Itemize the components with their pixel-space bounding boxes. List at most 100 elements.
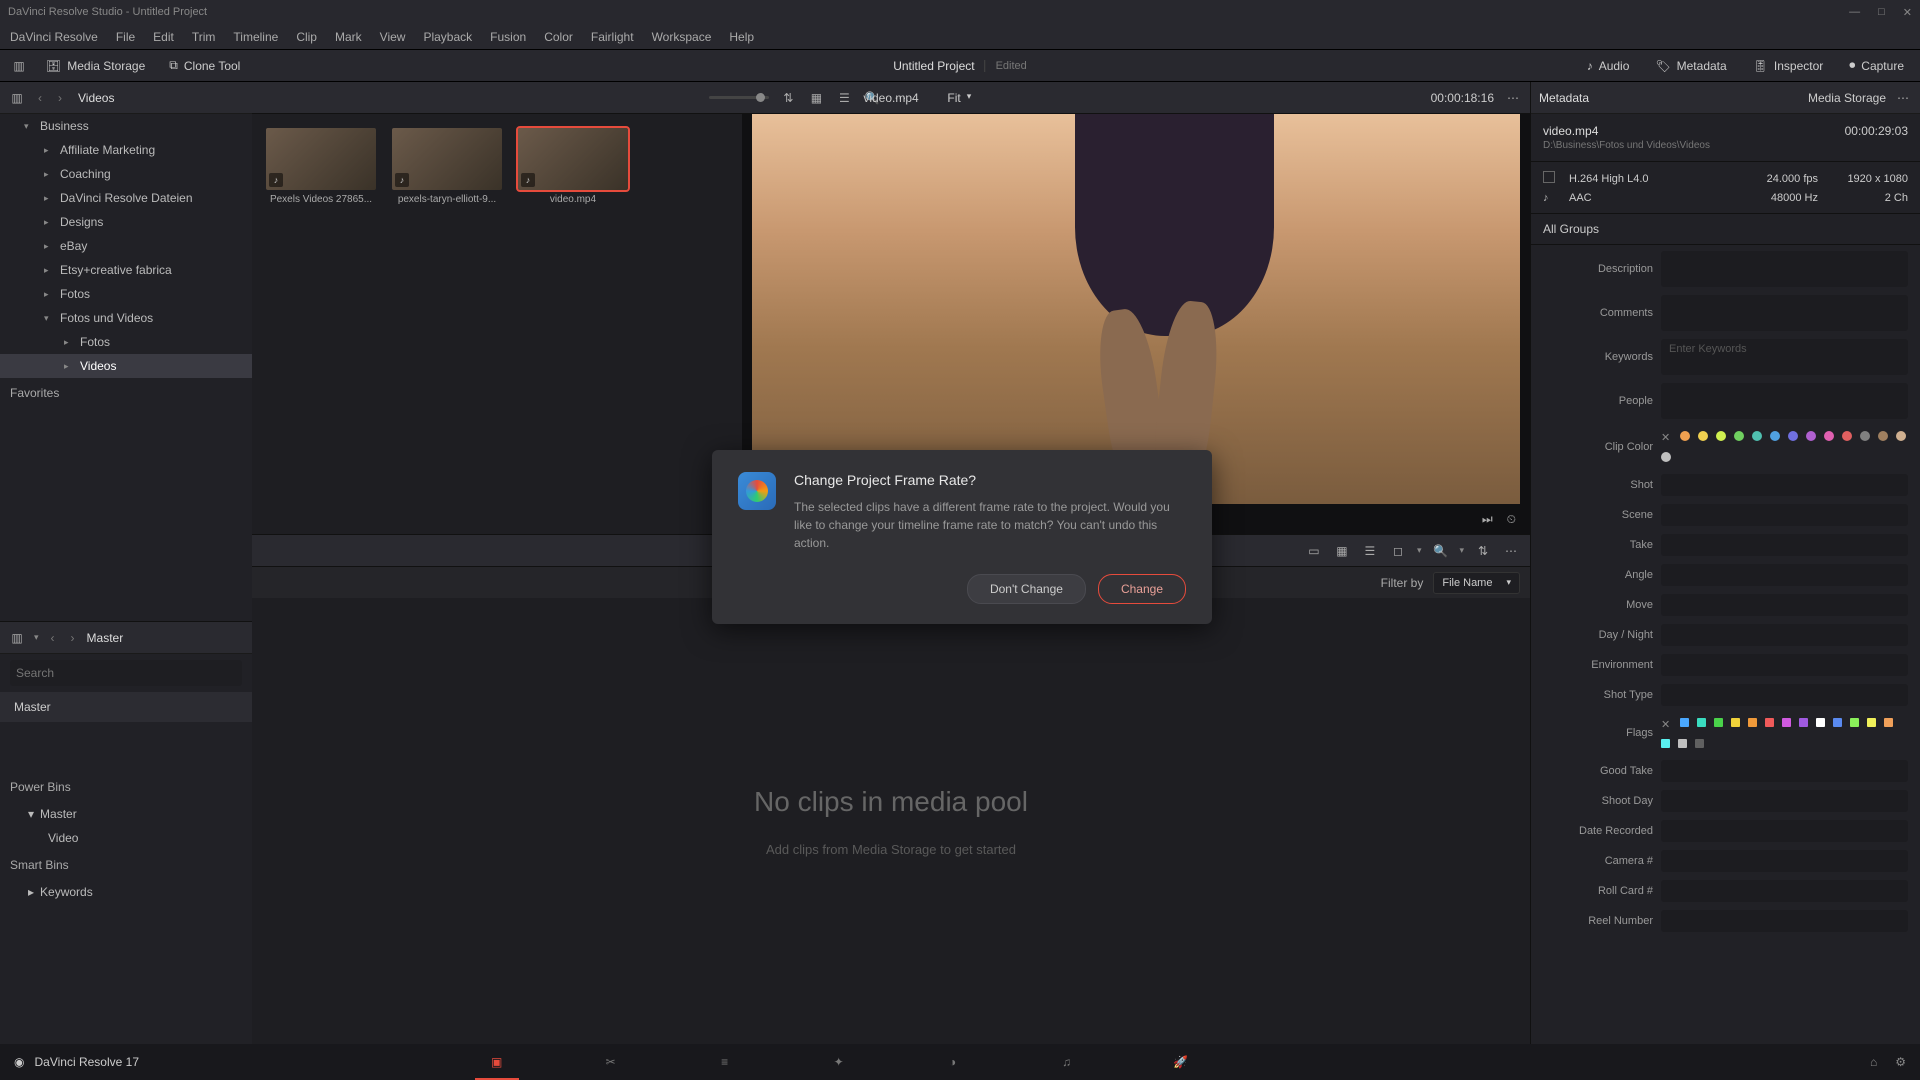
nav-fwd-icon[interactable]: ›	[54, 91, 66, 105]
clone-tool-button[interactable]: ⧉ Clone Tool	[163, 54, 246, 77]
metadata-groups-dropdown[interactable]: All Groups	[1531, 213, 1920, 245]
nav-fwd-icon[interactable]: ›	[67, 631, 79, 645]
smart-bins-header[interactable]: Smart Bins	[0, 850, 252, 880]
menu-playback[interactable]: Playback	[423, 30, 472, 44]
flag-swatch[interactable]	[1695, 739, 1704, 748]
power-bins-header[interactable]: Power Bins	[0, 772, 252, 802]
loop-icon[interactable]: ⏲	[1507, 512, 1516, 527]
flag-swatch[interactable]	[1884, 718, 1893, 727]
shot-field[interactable]	[1661, 474, 1908, 496]
more-icon[interactable]: ⋯	[1894, 89, 1912, 107]
color-swatch[interactable]	[1770, 431, 1780, 441]
audio-panel-button[interactable]: ♪Audio	[1581, 54, 1636, 77]
chevron-down-icon[interactable]: ▾	[1459, 545, 1464, 556]
video-track-checkbox[interactable]	[1543, 171, 1555, 183]
media-storage-button[interactable]: 🗄 Media Storage	[40, 55, 151, 77]
change-button[interactable]: Change	[1098, 574, 1186, 604]
powerbin-video[interactable]: Video	[0, 826, 252, 850]
rollcard-field[interactable]	[1661, 880, 1908, 902]
window-minimize-icon[interactable]: —	[1849, 6, 1860, 19]
color-swatch[interactable]	[1842, 431, 1852, 441]
folder-tree-item[interactable]: ▸Designs	[0, 210, 252, 234]
color-swatch[interactable]	[1716, 431, 1726, 441]
reelnumber-field[interactable]	[1661, 910, 1908, 932]
page-fusion[interactable]: ✦	[827, 1050, 851, 1074]
smartbin-keywords[interactable]: ▸Keywords	[0, 880, 252, 904]
clip-thumbnail[interactable]: ♪video.mp4	[518, 128, 628, 520]
strip-view-icon[interactable]: ▭	[1305, 542, 1323, 560]
people-field[interactable]	[1661, 383, 1908, 419]
angle-field[interactable]	[1661, 564, 1908, 586]
grid-view-icon[interactable]: ▦	[807, 89, 825, 107]
list-view-icon[interactable]: ☰	[1361, 542, 1379, 560]
flag-swatch[interactable]	[1661, 739, 1670, 748]
take-field[interactable]	[1661, 534, 1908, 556]
color-swatch[interactable]	[1788, 431, 1798, 441]
sort-icon[interactable]: ⇅	[1474, 542, 1492, 560]
clear-flag-icon[interactable]: ✕	[1661, 718, 1670, 731]
color-swatch[interactable]	[1752, 431, 1762, 441]
flag-swatch[interactable]	[1782, 718, 1791, 727]
search-input[interactable]	[10, 660, 242, 686]
menu-fairlight[interactable]: Fairlight	[591, 30, 634, 44]
menu-timeline[interactable]: Timeline	[233, 30, 278, 44]
filter-dropdown[interactable]: File Name ▾	[1433, 572, 1520, 594]
flag-swatch[interactable]	[1816, 718, 1825, 727]
flag-swatch[interactable]	[1799, 718, 1808, 727]
folder-tree-item[interactable]: ▸Etsy+creative fabrica	[0, 258, 252, 282]
clip-thumbnail[interactable]: ♪pexels-taryn-elliott-9...	[392, 128, 502, 520]
menu-help[interactable]: Help	[729, 30, 754, 44]
flag-swatch[interactable]	[1678, 739, 1687, 748]
scene-field[interactable]	[1661, 504, 1908, 526]
flag-swatch[interactable]	[1680, 718, 1689, 727]
menu-mark[interactable]: Mark	[335, 30, 362, 44]
page-edit[interactable]: ≡	[713, 1050, 737, 1074]
move-field[interactable]	[1661, 594, 1908, 616]
color-swatch[interactable]	[1878, 431, 1888, 441]
keywords-field[interactable]: Enter Keywords	[1661, 339, 1908, 375]
flag-swatch[interactable]	[1867, 718, 1876, 727]
comments-field[interactable]	[1661, 295, 1908, 331]
chevron-down-icon[interactable]: ▾	[1417, 545, 1422, 556]
page-media[interactable]: ▣	[485, 1050, 509, 1074]
panel-toggle-icon[interactable]: ▥	[8, 89, 26, 107]
flag-swatch[interactable]	[1833, 718, 1842, 727]
color-swatch[interactable]	[1680, 431, 1690, 441]
page-fairlight[interactable]: ♫	[1055, 1050, 1079, 1074]
media-pool-body[interactable]: No clips in media pool Add clips from Me…	[252, 598, 1530, 1044]
page-cut[interactable]: ✂	[599, 1050, 623, 1074]
more-icon[interactable]: ⋯	[1502, 542, 1520, 560]
folder-tree-item[interactable]: ▾Fotos und Videos	[0, 306, 252, 330]
powerbin-master[interactable]: ▾Master	[0, 802, 252, 826]
daynight-field[interactable]	[1661, 624, 1908, 646]
metadata-panel-button[interactable]: 🏷Metadata	[1649, 54, 1732, 77]
viewer-canvas[interactable]	[752, 114, 1520, 504]
folder-tree-item[interactable]: ▸DaVinci Resolve Dateien	[0, 186, 252, 210]
page-deliver[interactable]: 🚀	[1169, 1050, 1193, 1074]
search-icon[interactable]: 🔍	[1431, 542, 1449, 560]
play-next-icon[interactable]: ⏭	[1482, 512, 1493, 527]
color-swatch[interactable]	[1860, 431, 1870, 441]
folder-tree-item[interactable]: ▸Coaching	[0, 162, 252, 186]
color-swatch[interactable]	[1661, 452, 1671, 462]
folder-tree-item[interactable]: ▸Affiliate Marketing	[0, 138, 252, 162]
daterecorded-field[interactable]	[1661, 820, 1908, 842]
folder-tree-item[interactable]: ▸Videos	[0, 354, 252, 378]
menu-trim[interactable]: Trim	[192, 30, 216, 44]
grid-view-icon[interactable]: ▦	[1333, 542, 1351, 560]
folder-tree-item[interactable]: ▾Business	[0, 114, 252, 138]
flag-swatch[interactable]	[1850, 718, 1859, 727]
menu-davinci[interactable]: DaVinci Resolve	[10, 30, 98, 44]
thumbnail-size-slider[interactable]	[709, 96, 769, 99]
page-color[interactable]: ◑	[941, 1050, 965, 1074]
clip-thumbnail[interactable]: ♪Pexels Videos 27865...	[266, 128, 376, 520]
goodtake-field[interactable]	[1661, 760, 1908, 782]
flag-swatch[interactable]	[1748, 718, 1757, 727]
capture-panel-button[interactable]: ⏺Capture	[1843, 54, 1910, 77]
frame-icon[interactable]: ◻	[1389, 542, 1407, 560]
folder-tree-item[interactable]: ▸Fotos	[0, 282, 252, 306]
zoom-fit-dropdown[interactable]: Fit▾	[947, 91, 971, 105]
window-close-icon[interactable]: ✕	[1903, 6, 1912, 19]
menu-file[interactable]: File	[116, 30, 135, 44]
gear-icon[interactable]: ⚙	[1895, 1055, 1906, 1069]
